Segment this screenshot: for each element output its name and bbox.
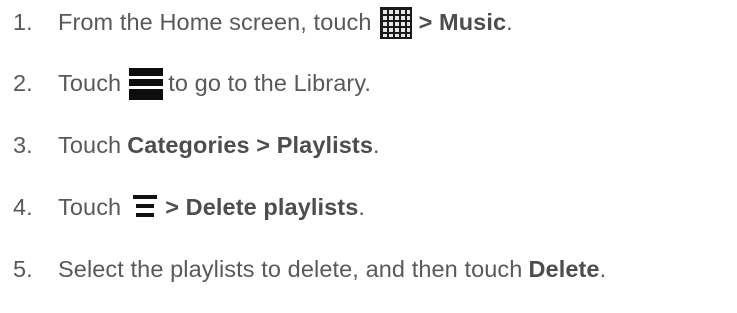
step-2: 2. Touch to go to the Library. [13, 63, 371, 103]
step-emphasis: > Delete playlists [165, 193, 359, 220]
step-text-end: . [599, 255, 607, 282]
step-number: 1. [13, 8, 33, 35]
step-text-end: . [358, 193, 366, 220]
step-text-end: . [373, 131, 380, 158]
apps-grid-icon [379, 7, 412, 39]
step-emphasis: Categories > Playlists [127, 131, 374, 158]
step-number: 5. [13, 255, 33, 282]
step-emphasis: > Music [418, 8, 507, 35]
step-emphasis: Delete [528, 255, 600, 282]
step-text: From the Home screen, touch [58, 8, 372, 35]
step-number: 2. [13, 69, 33, 96]
step-text: Touch [58, 131, 122, 158]
step-text-end: . [506, 8, 513, 35]
step-text-end: to go to the Library. [168, 69, 372, 96]
step-1: 1. From the Home screen, touch > Music . [13, 2, 513, 42]
hamburger-menu-icon [129, 68, 164, 100]
step-4: 4. Touch > Delete playlists . [13, 187, 365, 227]
step-number: 3. [13, 131, 33, 158]
step-text: Touch [58, 193, 122, 220]
overflow-menu-icon [133, 194, 158, 222]
step-5: 5. Select the playlists to delete, and t… [13, 249, 606, 289]
step-number: 4. [13, 193, 33, 220]
step-text: Touch [58, 69, 122, 96]
step-3: 3. Touch Categories > Playlists . [13, 125, 380, 165]
step-text: Select the playlists to delete, and then… [58, 255, 523, 282]
